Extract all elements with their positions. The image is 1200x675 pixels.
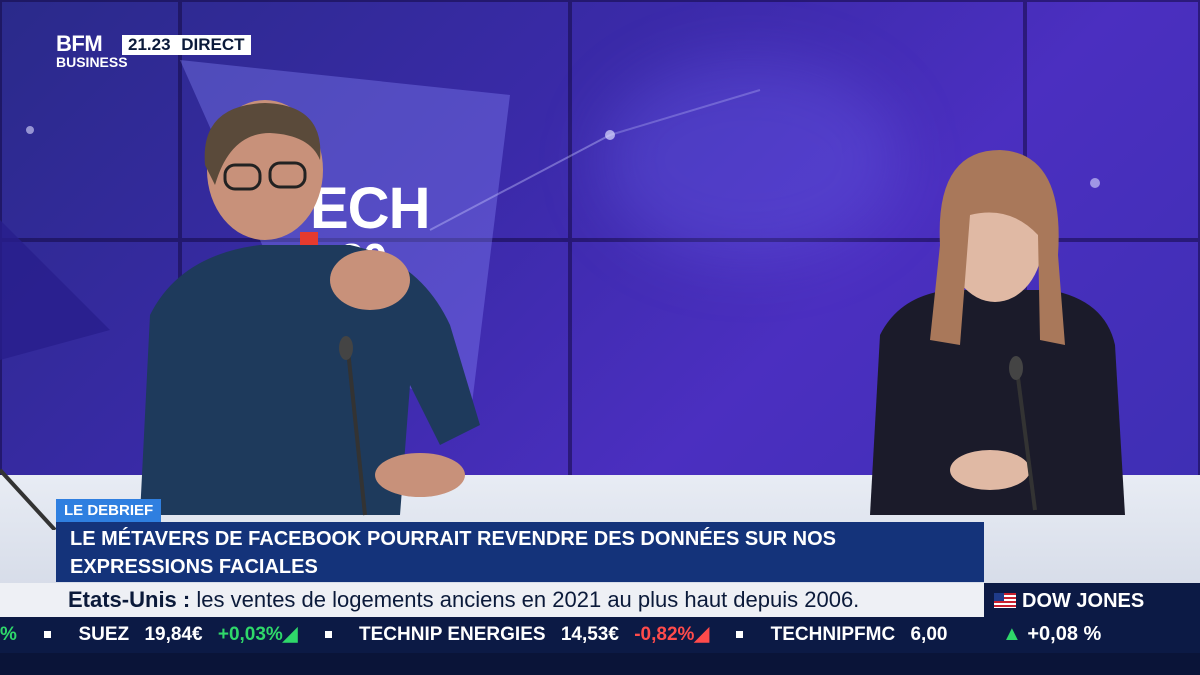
channel-logo: BFM: [56, 31, 103, 56]
market-change-partial: %: [0, 624, 17, 645]
down-arrow-icon: ◢: [694, 624, 710, 645]
ticker-separator: [324, 631, 332, 639]
index-change-value: +0,08 %: [1027, 623, 1102, 645]
ticker-separator: [44, 631, 52, 639]
microphone-icon: [339, 336, 353, 360]
microphone-icon: [346, 349, 367, 516]
network-node: [26, 126, 34, 134]
stock-name: SUEZ: [78, 624, 130, 645]
up-arrow-icon: ◢: [282, 624, 298, 645]
stock-value: 6,00: [910, 624, 948, 645]
bottom-bar: [0, 653, 1200, 675]
ticker-text: les ventes de logements anciens en 2021 …: [196, 587, 860, 612]
segment-tag: LE DEBRIEF: [56, 499, 162, 522]
network-line: [609, 89, 761, 136]
ticker-label: Etats-Unis :: [68, 587, 191, 612]
guest-left-hand: [330, 250, 410, 310]
microphone-icon: [1015, 369, 1037, 511]
clock-time: 21.23: [128, 35, 171, 54]
news-ticker: Etats-Unis : les ventes de logements anc…: [0, 583, 984, 617]
microphone-icon: [1009, 356, 1023, 380]
live-label: DIRECT: [181, 35, 245, 54]
stock-value: 19,84€: [144, 624, 203, 645]
stock-value: 14,53€: [560, 624, 619, 645]
stock-change: -0,82%: [634, 624, 695, 645]
microphones: [0, 336, 1037, 530]
headline: LE MÉTAVERS DE FACEBOOK POURRAIT REVENDR…: [56, 522, 984, 582]
index-name: DOW JONES: [1022, 590, 1145, 612]
index-box: DOW JONES ▲ +0,08 %: [984, 583, 1200, 653]
us-flag-icon: [994, 593, 1016, 608]
market-ticker: % SUEZ 19,84€ +0,03%◢ TECHNIP ENERGIES 1…: [0, 617, 984, 653]
network-node: [605, 130, 615, 140]
microphone-icon: [0, 468, 57, 530]
live-indicator: 21.23 DIRECT: [122, 35, 251, 55]
index-change: ▲ +0,08 %: [1002, 623, 1102, 645]
channel-sub: BUSINESS: [56, 54, 128, 70]
stock-name: TECHNIPFMC: [770, 624, 896, 645]
stock-name: TECHNIP ENERGIES: [359, 624, 546, 645]
ticker-separator: [736, 631, 744, 639]
stock-change: +0,03%: [217, 624, 283, 645]
